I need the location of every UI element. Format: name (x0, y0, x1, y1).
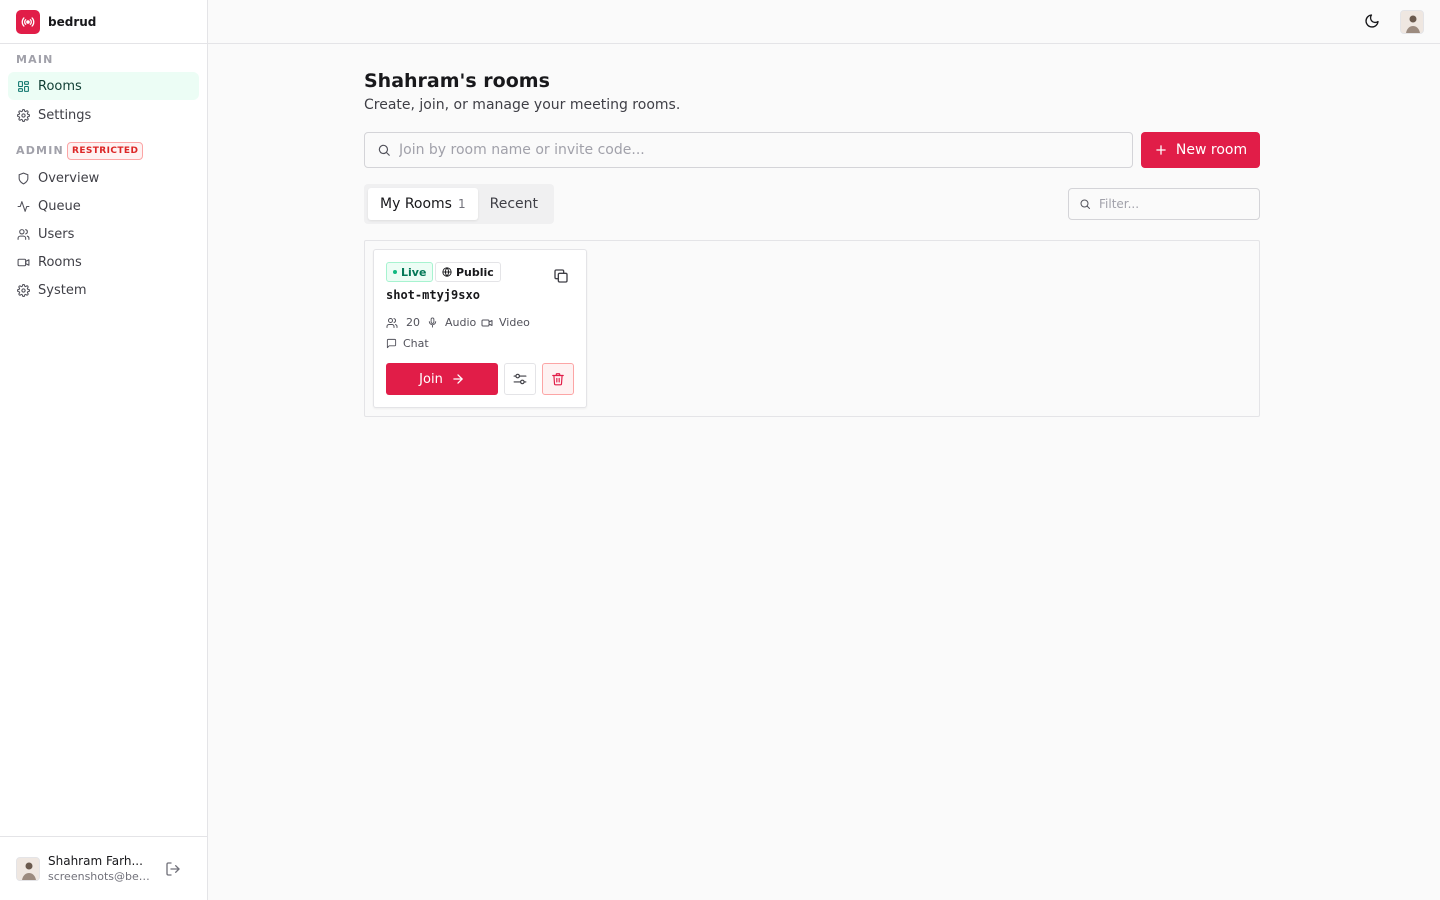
grid-icon (16, 79, 30, 93)
feature-chat: Chat (386, 337, 429, 350)
sidebar-item-label: Settings (38, 107, 92, 123)
tab-count: 1 (457, 197, 466, 211)
room-card: Live Public shot-mtyj9sxo 20 Audio Video… (373, 249, 587, 408)
join-label: Join (419, 371, 443, 387)
sidebar-item-queue[interactable]: Queue (8, 192, 199, 220)
avatar[interactable] (1400, 10, 1424, 34)
plus-icon (1154, 143, 1168, 157)
tab-recent[interactable]: Recent (478, 188, 550, 220)
feature-audio: Audio (427, 316, 476, 329)
sliders-icon (513, 372, 527, 386)
status-label: Live (401, 265, 427, 279)
user-name: Shahram Farh... (48, 854, 143, 868)
sidebar-item-settings[interactable]: Settings (8, 101, 199, 129)
arrow-right-icon (443, 372, 465, 386)
logout-icon[interactable] (164, 860, 182, 878)
sidebar-item-label: Rooms (38, 254, 82, 270)
users-icon (16, 227, 30, 241)
user-email: screenshots@bed... (48, 870, 152, 883)
join-button[interactable]: Join (386, 363, 498, 395)
mic-icon (427, 317, 442, 328)
avatar[interactable] (16, 856, 40, 881)
sidebar-item-label: Queue (38, 198, 81, 214)
users-icon (386, 317, 402, 329)
sidebar: bedrud MAIN Rooms Settings ADMIN RESTRIC… (0, 0, 208, 900)
broadcast-icon (16, 9, 40, 34)
join-room-field[interactable] (364, 132, 1133, 168)
visibility-label: Public (456, 265, 494, 279)
filter-field[interactable] (1068, 188, 1260, 220)
sidebar-item-system[interactable]: System (8, 276, 199, 304)
page-title: Shahram's rooms (364, 70, 550, 92)
feature-label: Video (499, 316, 530, 329)
top-bar (208, 0, 1440, 44)
tab-my-rooms[interactable]: My Rooms 1 (368, 188, 478, 220)
filter-input[interactable] (1099, 197, 1249, 211)
feature-video: Video (481, 316, 530, 329)
tab-label: Recent (489, 196, 538, 212)
sidebar-item-label: Overview (38, 170, 100, 186)
chat-icon (386, 338, 401, 349)
sidebar-item-label: System (38, 282, 87, 298)
sidebar-item-overview[interactable]: Overview (8, 164, 199, 192)
search-icon (1079, 198, 1091, 210)
new-room-button[interactable]: New room (1141, 132, 1260, 168)
visibility-badge: Public (435, 262, 501, 282)
copy-icon[interactable] (553, 268, 569, 284)
gear-icon (16, 283, 30, 297)
activity-icon (16, 199, 30, 213)
brand-name: bedrud (48, 14, 97, 29)
join-room-input[interactable] (399, 142, 1099, 158)
room-tabs: My Rooms 1 Recent (364, 184, 554, 224)
sidebar-item-rooms[interactable]: Rooms (8, 72, 199, 100)
user-footer: Shahram Farh... screenshots@bed... (0, 836, 207, 900)
participants-label: 20 (406, 316, 420, 329)
sidebar-item-label: Rooms (38, 78, 82, 94)
sidebar-item-label: Users (38, 226, 75, 242)
room-settings-button[interactable] (504, 363, 536, 395)
participants-count: 20 (386, 316, 420, 329)
section-label-main: MAIN (16, 53, 54, 66)
page-subtitle: Create, join, or manage your meeting roo… (364, 97, 681, 113)
restricted-badge: RESTRICTED (67, 142, 144, 160)
room-name: shot-mtyj9sxo (386, 288, 480, 302)
tab-label: My Rooms (380, 196, 452, 212)
sidebar-item-users[interactable]: Users (8, 220, 199, 248)
moon-icon[interactable] (1364, 13, 1382, 31)
video-icon (16, 255, 30, 269)
section-label-admin: ADMIN (16, 144, 64, 157)
status-badge: Live (386, 262, 434, 282)
feature-label: Chat (403, 337, 429, 350)
shield-icon (16, 171, 30, 185)
sidebar-item-admin-rooms[interactable]: Rooms (8, 248, 199, 276)
feature-label: Audio (445, 316, 477, 329)
gear-icon (16, 108, 30, 122)
live-dot-icon (393, 270, 397, 274)
globe-icon (442, 267, 452, 277)
trash-icon (551, 372, 565, 386)
delete-room-button[interactable] (542, 363, 574, 395)
new-room-label: New room (1175, 142, 1248, 158)
brand[interactable]: bedrud (0, 0, 207, 44)
search-icon (377, 143, 391, 157)
video-icon (481, 317, 497, 329)
